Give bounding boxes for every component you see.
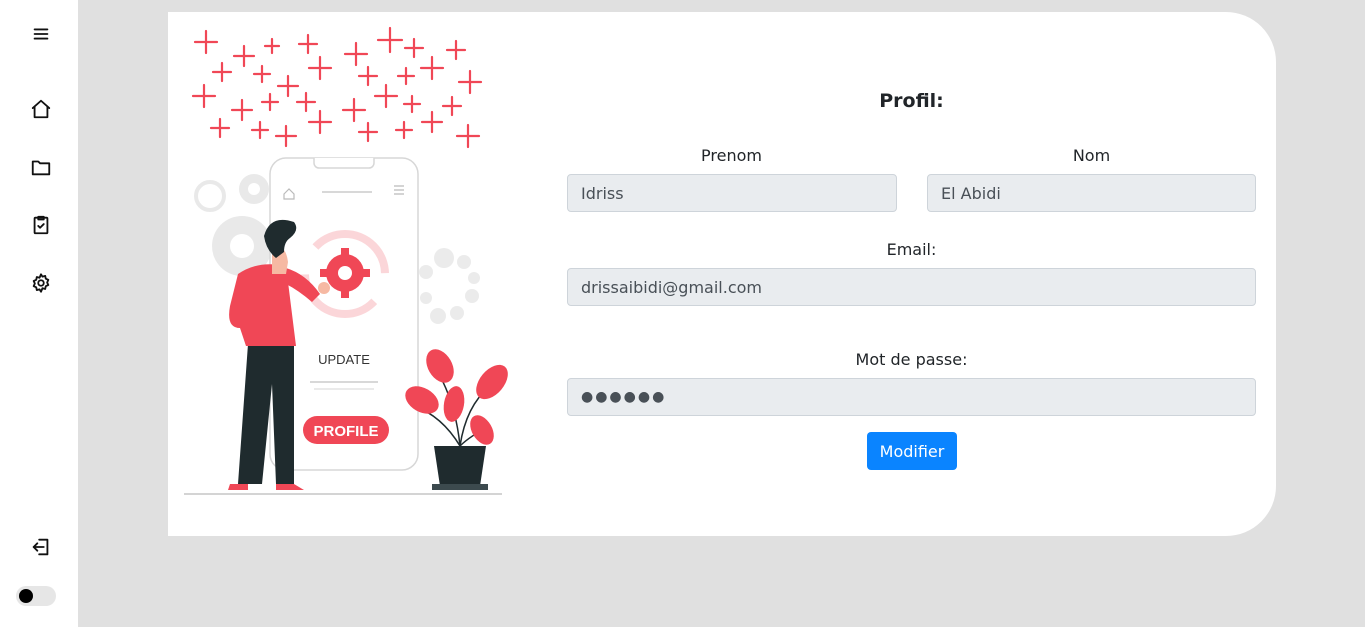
first-name-field[interactable]: Idriss — [567, 174, 897, 212]
modify-button[interactable]: Modifier — [867, 432, 957, 470]
clipboard-check-icon[interactable] — [28, 212, 54, 238]
first-name-label: Prenom — [701, 146, 762, 165]
last-name-label: Nom — [1072, 146, 1111, 165]
logout-icon[interactable] — [28, 534, 54, 560]
profile-badge-text: PROFILE — [313, 423, 378, 440]
profile-card: UPDATE PROFILE Profil: Prenom Nom Idriss… — [168, 12, 1276, 536]
gear-icon[interactable] — [28, 270, 54, 296]
update-text: UPDATE — [318, 352, 370, 367]
dots-ring — [419, 248, 480, 324]
folder-icon[interactable] — [28, 154, 54, 180]
theme-toggle[interactable] — [16, 586, 56, 606]
password-label: Mot de passe: — [855, 350, 968, 369]
password-field[interactable]: ●●●●●● — [567, 378, 1256, 416]
profile-update-illustration: UPDATE PROFILE — [184, 26, 508, 495]
email-label: Email: — [886, 240, 937, 259]
sidebar — [0, 0, 78, 627]
home-icon[interactable] — [28, 96, 54, 122]
background-gear-icon — [194, 174, 272, 276]
decorative-plus-signs — [191, 26, 483, 149]
menu-icon[interactable] — [28, 21, 54, 47]
last-name-field[interactable]: El Abidi — [927, 174, 1256, 212]
form-title: Profil: — [879, 90, 944, 112]
email-field[interactable]: drissaibidi@gmail.com — [567, 268, 1256, 306]
toggle-knob — [19, 589, 33, 603]
